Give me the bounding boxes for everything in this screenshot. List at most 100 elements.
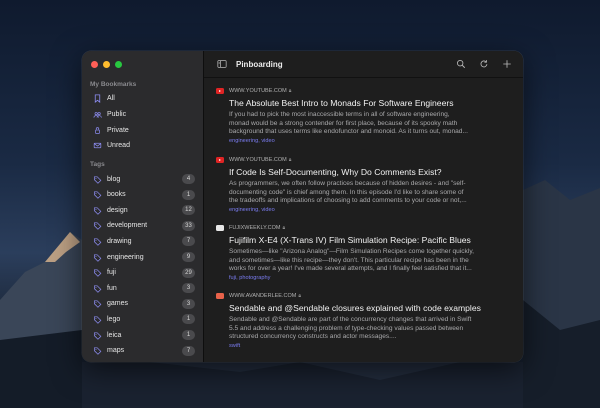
tag-count-badge: 12 xyxy=(182,205,195,216)
tag-label: design xyxy=(107,206,128,214)
sidebar-item-label: Public xyxy=(107,110,127,118)
list-item[interactable]: WWW.AVANDERLEE.COM 🔒︎ Sendable and @Senda… xyxy=(216,292,511,349)
fujix-icon xyxy=(216,225,224,231)
item-tags[interactable]: fuji, photography xyxy=(229,275,511,281)
main-pane: Pinboarding WWW.YOUTUBE.COM 🔒︎ The Absolu… xyxy=(204,51,523,362)
tag-icon xyxy=(91,299,103,309)
sidebar-item-private[interactable]: Private xyxy=(91,123,195,137)
lock-icon: 🔒︎ xyxy=(288,157,292,163)
sidebar-item-unread[interactable]: Unread xyxy=(91,138,195,152)
item-source: FUJIXWEEKLY.COM xyxy=(229,225,281,231)
toolbar: Pinboarding xyxy=(204,51,523,78)
item-source: WWW.YOUTUBE.COM xyxy=(229,157,287,163)
sidebar-item-public[interactable]: Public xyxy=(91,107,195,121)
item-description: If you had to pick the most inaccessible… xyxy=(229,111,468,136)
list-item[interactable]: FUJIXWEEKLY.COM 🔒︎ Fujifilm X-E4 (X-Trans… xyxy=(216,224,511,281)
sidebar-item-tag[interactable]: blog 4 xyxy=(91,172,195,186)
bookmark-icon xyxy=(91,93,103,103)
tag-icon xyxy=(91,221,103,231)
sidebar-item-tag[interactable]: design 12 xyxy=(91,203,195,217)
tag-icon xyxy=(91,252,103,262)
list-item[interactable]: WWW.YOUTUBE.COM 🔒︎ If Code Is Self-Docume… xyxy=(216,156,511,213)
list-item[interactable]: WWW.YOUTUBE.COM 🔒︎ The Absolute Best Intr… xyxy=(216,87,511,144)
lock-icon xyxy=(91,125,103,135)
sidebar-item-tag[interactable]: leica 1 xyxy=(91,328,195,342)
tag-label: games xyxy=(107,300,129,308)
item-source: WWW.AVANDERLEE.COM xyxy=(229,293,297,299)
lock-icon: 🔒︎ xyxy=(288,88,292,94)
tag-count-badge: 4 xyxy=(182,174,195,184)
item-tags[interactable]: swift xyxy=(229,343,511,349)
tag-label: blog xyxy=(107,175,121,183)
tag-label: development xyxy=(107,222,148,230)
item-source: WWW.YOUTUBE.COM xyxy=(229,88,287,94)
tag-icon xyxy=(91,330,103,340)
tag-icon xyxy=(91,268,103,278)
tag-label: fuji xyxy=(107,269,116,277)
tag-icon xyxy=(91,205,103,215)
tag-count-badge: 9 xyxy=(182,252,195,262)
avanderlee-icon xyxy=(216,293,224,299)
tag-icon xyxy=(91,236,103,246)
sidebar-item-tag[interactable]: maps 7 xyxy=(91,344,195,358)
tag-count-badge: 3 xyxy=(182,298,195,309)
app-window: My Bookmarks All Public Private Unread T… xyxy=(82,51,523,362)
youtube-icon xyxy=(216,157,224,163)
item-description: As programmers, we often follow practice… xyxy=(229,180,467,205)
item-title[interactable]: The Absolute Best Intro to Monads For So… xyxy=(229,98,511,108)
sidebar-item-tag[interactable]: lego 1 xyxy=(91,312,195,326)
sidebar: My Bookmarks All Public Private Unread T… xyxy=(82,51,204,362)
search-icon[interactable] xyxy=(455,58,467,70)
sidebar-item-tag[interactable]: development 33 xyxy=(91,219,195,233)
people-icon xyxy=(91,109,103,119)
tag-label: leica xyxy=(107,331,122,339)
envelope-icon xyxy=(91,140,103,150)
bookmarks-section-label: My Bookmarks xyxy=(90,81,137,88)
tag-icon xyxy=(91,174,103,184)
sidebar-item-label: Unread xyxy=(107,141,130,149)
window-controls xyxy=(91,61,122,68)
minimize-button[interactable] xyxy=(103,61,110,68)
tag-label: lego xyxy=(107,315,121,323)
tag-icon xyxy=(91,346,103,356)
tag-label: drawing xyxy=(107,237,132,245)
item-tags[interactable]: engineering, video xyxy=(229,138,511,144)
sidebar-item-tag[interactable]: fuji 29 xyxy=(91,266,195,280)
sidebar-item-tag[interactable]: drawing 7 xyxy=(91,234,195,248)
sidebar-item-tag[interactable]: books 1 xyxy=(91,188,195,202)
item-description: Sendable and @Sendable are part of the c… xyxy=(229,316,472,341)
tag-icon xyxy=(91,283,103,293)
tag-label: maps xyxy=(107,347,125,355)
sidebar-item-label: All xyxy=(107,94,115,102)
tag-count-badge: 1 xyxy=(182,314,195,325)
zoom-button[interactable] xyxy=(115,61,122,68)
sidebar-item-tag[interactable]: fun 3 xyxy=(91,281,195,295)
tag-count-badge: 3 xyxy=(182,283,195,294)
tag-label: engineering xyxy=(107,253,144,261)
sidebar-item-label: Private xyxy=(107,126,129,134)
tag-label: fun xyxy=(107,284,117,292)
lock-icon: 🔒︎ xyxy=(298,293,301,299)
tag-icon xyxy=(91,190,103,200)
sidebar-item-all[interactable]: All xyxy=(91,91,195,105)
tag-count-badge: 7 xyxy=(182,236,195,247)
item-description: Sometimes—like "Arizona Analog"—Film Sim… xyxy=(229,248,474,273)
close-button[interactable] xyxy=(91,61,98,68)
item-title[interactable]: Fujifilm X-E4 (X-Trans IV) Film Simulati… xyxy=(229,235,511,245)
sidebar-item-tag[interactable]: engineering 9 xyxy=(91,250,195,264)
item-title[interactable]: If Code Is Self-Documenting, Why Do Comm… xyxy=(229,167,511,177)
window-title: Pinboarding xyxy=(236,59,283,69)
tag-label: books xyxy=(107,191,126,199)
tag-count-badge: 29 xyxy=(182,267,195,278)
tag-count-badge: 33 xyxy=(182,220,195,231)
item-tags[interactable]: engineering, video xyxy=(229,207,511,213)
plus-icon[interactable] xyxy=(501,58,513,70)
tag-count-badge: 1 xyxy=(182,189,195,200)
item-title[interactable]: Sendable and @Sendable closures explaine… xyxy=(229,303,511,313)
refresh-icon[interactable] xyxy=(478,58,490,70)
lock-icon: 🔒︎ xyxy=(282,225,286,231)
tag-count-badge: 1 xyxy=(182,330,195,340)
sidebar-toggle-icon[interactable] xyxy=(216,58,228,70)
sidebar-item-tag[interactable]: games 3 xyxy=(91,297,195,311)
tag-count-badge: 7 xyxy=(182,345,195,356)
